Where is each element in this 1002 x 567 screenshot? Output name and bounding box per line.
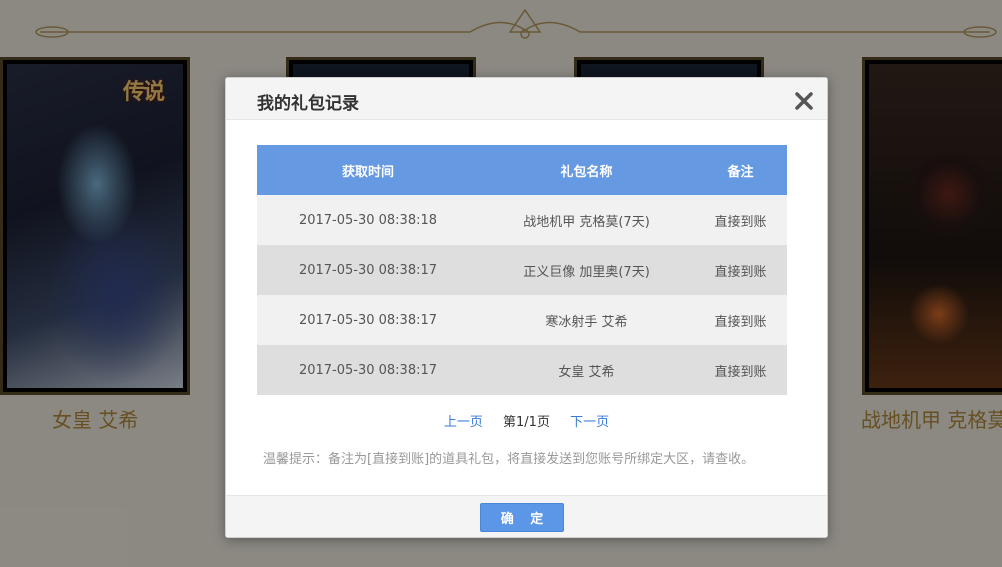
dialog-footer: 确 定 xyxy=(226,495,827,537)
cell-gift-name: 正义巨像 加里奥(7天) xyxy=(479,245,694,295)
cell-gift-name: 战地机甲 克格莫(7天) xyxy=(479,195,694,245)
column-header-note: 备注 xyxy=(694,145,787,195)
table-row: 2017-05-30 08:38:18 战地机甲 克格莫(7天) 直接到账 xyxy=(257,195,787,245)
cell-time: 2017-05-30 08:38:17 xyxy=(257,295,479,345)
cell-note: 直接到账 xyxy=(694,245,787,295)
cell-note: 直接到账 xyxy=(694,195,787,245)
table-row: 2017-05-30 08:38:17 女皇 艾希 直接到账 xyxy=(257,345,787,395)
dialog-title: 我的礼包记录 xyxy=(257,94,359,114)
gift-table: 获取时间 礼包名称 备注 2017-05-30 08:38:18 战地机甲 克格… xyxy=(257,145,787,395)
table-row: 2017-05-30 08:38:17 正义巨像 加里奥(7天) 直接到账 xyxy=(257,245,787,295)
cell-time: 2017-05-30 08:38:17 xyxy=(257,345,479,395)
cell-time: 2017-05-30 08:38:17 xyxy=(257,245,479,295)
gift-record-dialog: 我的礼包记录 获取时间 礼包名称 备注 2017-05-30 08:38:18 … xyxy=(225,77,828,538)
pagination: 上一页 第1/1页 下一页 xyxy=(226,411,827,430)
page-indicator: 第1/1页 xyxy=(503,415,550,430)
dialog-header: 我的礼包记录 xyxy=(226,78,827,120)
column-header-name: 礼包名称 xyxy=(479,145,694,195)
close-icon xyxy=(795,92,813,110)
cell-note: 直接到账 xyxy=(694,295,787,345)
table-header-row: 获取时间 礼包名称 备注 xyxy=(257,145,787,195)
confirm-button[interactable]: 确 定 xyxy=(480,503,564,532)
cell-gift-name: 女皇 艾希 xyxy=(479,345,694,395)
close-button[interactable] xyxy=(793,90,815,112)
tip-text: 温馨提示：备注为[直接到账]的道具礼包，将直接发送到您账号所绑定大区，请查收。 xyxy=(263,452,755,467)
column-header-time: 获取时间 xyxy=(257,145,479,195)
cell-note: 直接到账 xyxy=(694,345,787,395)
table-row: 2017-05-30 08:38:17 寒冰射手 艾希 直接到账 xyxy=(257,295,787,345)
cell-time: 2017-05-30 08:38:18 xyxy=(257,195,479,245)
cell-gift-name: 寒冰射手 艾希 xyxy=(479,295,694,345)
prev-page-link[interactable]: 上一页 xyxy=(444,411,483,430)
next-page-link[interactable]: 下一页 xyxy=(570,411,609,430)
